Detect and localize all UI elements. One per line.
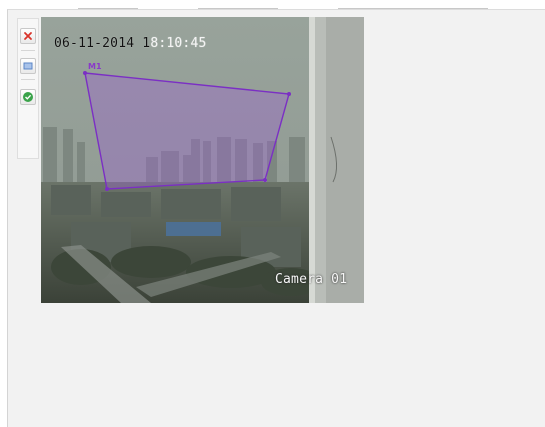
camera-video-view[interactable]: M1 06-11-2014 18:10:45 Camera 01 (41, 17, 364, 303)
region-label: M1 (88, 62, 102, 71)
check-icon (23, 92, 33, 102)
detection-region[interactable] (84, 72, 290, 190)
osd-camera-name: Camera 01 (275, 272, 348, 287)
delete-button[interactable] (20, 28, 36, 44)
osd-date: 06-11-2014 1 (54, 36, 151, 51)
draw-area-button[interactable] (20, 58, 36, 74)
camera-scene (41, 17, 364, 303)
toolbar-separator (21, 79, 35, 80)
drawing-toolbar (17, 18, 39, 159)
rectangle-icon (23, 62, 33, 70)
confirm-button[interactable] (20, 89, 36, 105)
osd-time: 8:10:45 (150, 36, 207, 51)
osd-timestamp: 06-11-2014 18:10:45 (54, 36, 207, 51)
toolbar-separator (21, 50, 35, 51)
close-icon (24, 32, 32, 40)
